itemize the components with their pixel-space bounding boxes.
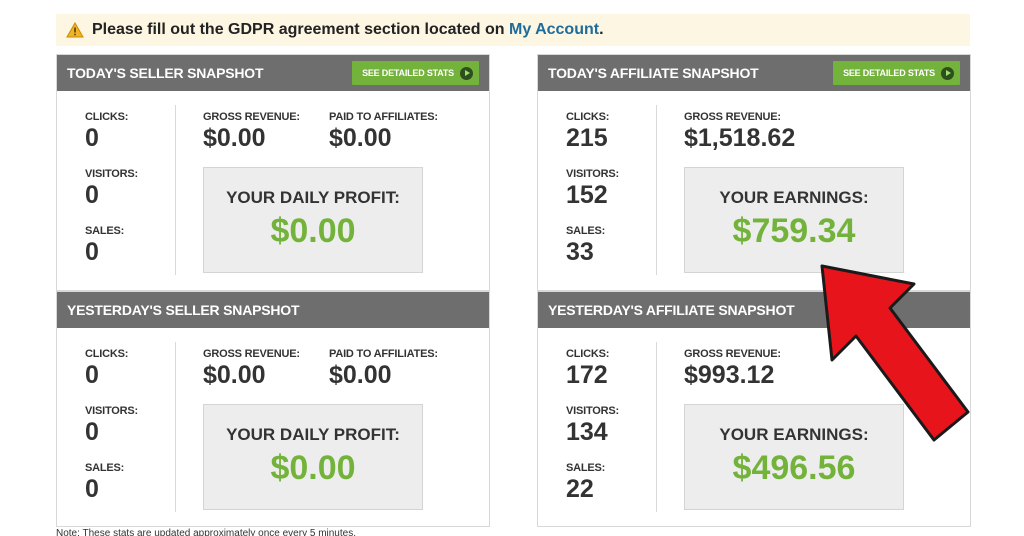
sales-label: SALES:	[566, 225, 606, 237]
visitors-value: 152	[566, 181, 608, 209]
gross-revenue-label: GROSS REVENUE:	[203, 111, 300, 123]
sales-label: SALES:	[566, 462, 606, 474]
daily-profit-label: YOUR DAILY PROFIT:	[226, 425, 400, 444]
divider	[656, 342, 657, 512]
sales-value: 0	[85, 238, 99, 266]
panel-header: TODAY'S AFFILIATE SNAPSHOT SEE DETAILED …	[538, 55, 970, 91]
visitors-label: VISITORS:	[85, 168, 139, 180]
earnings-value: $759.34	[732, 212, 856, 250]
warning-icon	[66, 22, 84, 38]
gross-revenue-label: GROSS REVENUE:	[684, 348, 781, 360]
paid-to-affiliates-label: PAID TO AFFILIATES:	[329, 111, 438, 123]
visitors-label: VISITORS:	[566, 168, 620, 180]
panel-header: YESTERDAY'S SELLER SNAPSHOT	[57, 292, 489, 328]
clicks-value: 215	[566, 124, 608, 152]
panel-title: YESTERDAY'S SELLER SNAPSHOT	[67, 302, 300, 318]
gross-revenue-value: $993.12	[684, 361, 775, 389]
red-arrow-icon	[820, 264, 970, 442]
my-account-link[interactable]: My Account	[509, 21, 599, 39]
daily-profit-box: YOUR DAILY PROFIT: $0.00	[203, 404, 423, 510]
divider	[175, 342, 176, 512]
see-detailed-stats-button[interactable]: SEE DETAILED STATS	[352, 61, 479, 85]
clicks-label: CLICKS:	[566, 348, 610, 360]
sales-value: 33	[566, 238, 594, 266]
clicks-value: 172	[566, 361, 608, 389]
clicks-label: CLICKS:	[85, 111, 129, 123]
gross-revenue-value: $0.00	[203, 124, 266, 152]
gross-revenue-value: $0.00	[203, 361, 266, 389]
clicks-value: 0	[85, 124, 99, 152]
notice-suffix: .	[599, 21, 604, 38]
footer-note: Note: These stats are updated approximat…	[56, 528, 356, 536]
seller-yesterday-panel: YESTERDAY'S SELLER SNAPSHOT CLICKS: 0 VIS…	[56, 291, 490, 527]
panel-title: YESTERDAY'S AFFILIATE SNAPSHOT	[548, 302, 795, 318]
panel-header: TODAY'S SELLER SNAPSHOT SEE DETAILED STA…	[57, 55, 489, 91]
earnings-label: YOUR EARNINGS:	[719, 188, 869, 207]
affiliate-today-panel: TODAY'S AFFILIATE SNAPSHOT SEE DETAILED …	[537, 54, 971, 291]
divider	[656, 105, 657, 275]
visitors-label: VISITORS:	[85, 405, 139, 417]
seller-today-panel: TODAY'S SELLER SNAPSHOT SEE DETAILED STA…	[56, 54, 490, 291]
divider	[175, 105, 176, 275]
daily-profit-box: YOUR DAILY PROFIT: $0.00	[203, 167, 423, 273]
notice-text: Please fill out the GDPR agreement secti…	[92, 21, 505, 38]
button-label: SEE DETAILED STATS	[362, 68, 454, 78]
play-circle-icon	[460, 66, 473, 80]
gross-revenue-label: GROSS REVENUE:	[684, 111, 781, 123]
gross-revenue-label: GROSS REVENUE:	[203, 348, 300, 360]
clicks-label: CLICKS:	[566, 111, 610, 123]
paid-to-affiliates-value: $0.00	[329, 124, 392, 152]
play-circle-icon	[941, 66, 954, 80]
panel-title: TODAY'S SELLER SNAPSHOT	[67, 65, 264, 81]
paid-to-affiliates-value: $0.00	[329, 361, 392, 389]
visitors-label: VISITORS:	[566, 405, 620, 417]
visitors-value: 134	[566, 418, 608, 446]
clicks-label: CLICKS:	[85, 348, 129, 360]
earnings-box: YOUR EARNINGS: $759.34	[684, 167, 904, 273]
panel-title: TODAY'S AFFILIATE SNAPSHOT	[548, 65, 759, 81]
clicks-value: 0	[85, 361, 99, 389]
daily-profit-value: $0.00	[270, 449, 356, 487]
gross-revenue-value: $1,518.62	[684, 124, 796, 152]
daily-profit-value: $0.00	[270, 212, 356, 250]
see-detailed-stats-button[interactable]: SEE DETAILED STATS	[833, 61, 960, 85]
gdpr-notice: Please fill out the GDPR agreement secti…	[56, 14, 970, 46]
visitors-value: 0	[85, 418, 99, 446]
sales-value: 0	[85, 475, 99, 503]
sales-value: 22	[566, 475, 594, 503]
button-label: SEE DETAILED STATS	[843, 68, 935, 78]
visitors-value: 0	[85, 181, 99, 209]
paid-to-affiliates-label: PAID TO AFFILIATES:	[329, 348, 438, 360]
sales-label: SALES:	[85, 225, 125, 237]
sales-label: SALES:	[85, 462, 125, 474]
daily-profit-label: YOUR DAILY PROFIT:	[226, 188, 400, 207]
